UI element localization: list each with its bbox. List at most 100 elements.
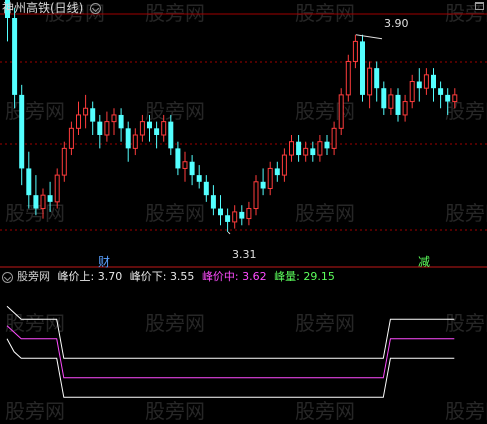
candle-body-down bbox=[210, 195, 216, 209]
candle-body-up bbox=[139, 121, 145, 136]
lower-label: 峰价下: bbox=[129, 270, 167, 283]
indicator-name: 股旁网 bbox=[17, 270, 50, 283]
watermark-text: 股旁网 bbox=[145, 311, 205, 335]
high-price-pointer bbox=[355, 34, 383, 40]
candle-body-down bbox=[26, 168, 32, 196]
candle-body-up bbox=[232, 211, 238, 223]
candle-body-up bbox=[246, 208, 252, 220]
watermark-text: 股旁网 bbox=[145, 99, 205, 123]
candle-body-up bbox=[83, 107, 89, 116]
price-chart[interactable]: 股旁网股旁网股旁网股旁网股旁网股旁网股旁网股旁网股旁网股旁网股旁网股旁网股旁网股… bbox=[0, 0, 487, 424]
candle-body-down bbox=[147, 121, 152, 129]
low-price-pointer bbox=[227, 231, 231, 235]
mid-peak-line bbox=[6, 325, 455, 379]
watermark-layer: 股旁网股旁网股旁网股旁网股旁网股旁网股旁网股旁网股旁网股旁网股旁网股旁网股旁网股… bbox=[5, 1, 487, 423]
lower-peak-line bbox=[6, 338, 455, 398]
candle-body-down bbox=[19, 94, 25, 169]
watermark-text: 股旁网 bbox=[145, 399, 205, 423]
candle-body-down bbox=[12, 18, 18, 95]
candle-body-down bbox=[416, 81, 422, 89]
vol-label: 峰量: bbox=[274, 270, 300, 283]
candle-body-down bbox=[431, 74, 436, 89]
candle-body-down bbox=[395, 94, 401, 115]
candle-body-up bbox=[111, 114, 117, 123]
watermark-text: 股旁网 bbox=[295, 311, 355, 335]
candle-body-up bbox=[40, 194, 46, 210]
upper-label: 峰价上: bbox=[57, 270, 95, 283]
vol-value: 29.15 bbox=[303, 270, 335, 283]
candle-body-down bbox=[189, 161, 195, 176]
candle-body-up bbox=[338, 94, 344, 129]
upper-value: 3.70 bbox=[97, 270, 123, 283]
chart-window: 股旁网股旁网股旁网股旁网股旁网股旁网股旁网股旁网股旁网股旁网股旁网股旁网股旁网股… bbox=[0, 0, 487, 424]
candle-body-up bbox=[331, 127, 337, 149]
watermark-text: 股旁网 bbox=[145, 201, 205, 225]
candle-body-up bbox=[104, 121, 110, 136]
window-icon[interactable] bbox=[475, 2, 484, 10]
candle-body-down bbox=[374, 68, 380, 89]
candle-body-up bbox=[367, 67, 373, 96]
event-marker-finance[interactable]: 财 bbox=[98, 255, 110, 269]
candle-body-down bbox=[118, 114, 124, 129]
event-marker-reduce[interactable]: 减 bbox=[418, 255, 430, 269]
watermark-text: 股旁网 bbox=[295, 1, 355, 25]
candle-body-up bbox=[409, 81, 415, 103]
candle-body-up bbox=[352, 40, 358, 62]
candle-body-down bbox=[154, 128, 160, 135]
candle-body-down bbox=[175, 148, 181, 169]
watermark-text: 股旁网 bbox=[295, 99, 355, 123]
watermark-text: 股旁网 bbox=[295, 201, 355, 225]
candle-body-down bbox=[445, 94, 451, 102]
watermark-text: 股旁网 bbox=[445, 399, 487, 423]
candle-body-up bbox=[253, 181, 259, 210]
candle-body-down bbox=[97, 121, 103, 135]
candle-body-up bbox=[289, 141, 294, 156]
candle-body-down bbox=[203, 181, 209, 196]
chevron-circle-icon[interactable] bbox=[90, 3, 101, 14]
candle-body-up bbox=[317, 141, 323, 156]
candle-body-up bbox=[161, 121, 167, 136]
candle-body-down bbox=[296, 141, 302, 156]
high-price-label: 3.90 bbox=[384, 17, 409, 30]
candle-body-up bbox=[132, 134, 138, 149]
candle-body-up bbox=[54, 174, 60, 203]
watermark-text: 股旁网 bbox=[5, 311, 65, 335]
candle-body-down bbox=[360, 41, 365, 95]
low-price-label: 3.31 bbox=[232, 248, 257, 261]
candle-body-up bbox=[388, 94, 394, 109]
candle-body-up bbox=[267, 167, 273, 189]
candle-body-down bbox=[168, 121, 174, 149]
chart-title: 神州高铁(日线) bbox=[2, 1, 84, 15]
candle-body-up bbox=[281, 154, 287, 176]
candle-body-down bbox=[33, 195, 39, 209]
candle-body-down bbox=[438, 88, 444, 95]
candle-body-down bbox=[381, 88, 387, 109]
watermark-text: 股旁网 bbox=[295, 399, 355, 423]
candle-body-down bbox=[274, 168, 280, 176]
watermark-text: 股旁网 bbox=[5, 399, 65, 423]
candle-body-down bbox=[125, 128, 131, 149]
candle-body-up bbox=[68, 127, 74, 149]
candle-body-down bbox=[47, 195, 53, 202]
candle-body-up bbox=[303, 147, 309, 156]
watermark-text: 股旁网 bbox=[445, 201, 487, 225]
candle-body-down bbox=[324, 141, 330, 149]
upper-peak-line bbox=[6, 305, 455, 359]
candle-body-up bbox=[402, 101, 408, 116]
watermark-text: 股旁网 bbox=[145, 1, 205, 25]
watermark-text: 股旁网 bbox=[5, 99, 65, 123]
candle-body-up bbox=[452, 94, 458, 103]
candle-body-down bbox=[196, 175, 202, 182]
candle-body-down bbox=[260, 181, 266, 189]
mid-label: 峰价中: bbox=[201, 270, 239, 283]
candle-body-up bbox=[182, 161, 188, 169]
candle-body-down bbox=[218, 208, 223, 216]
candle-body-up bbox=[76, 114, 81, 129]
candle-body-up bbox=[345, 60, 351, 96]
chevron-circle-icon[interactable] bbox=[2, 272, 13, 283]
mid-value: 3.62 bbox=[242, 270, 267, 283]
candle-body-down bbox=[239, 211, 245, 219]
candle-body-down bbox=[225, 215, 231, 222]
indicator-series bbox=[6, 305, 455, 398]
candle-body-up bbox=[423, 74, 429, 89]
